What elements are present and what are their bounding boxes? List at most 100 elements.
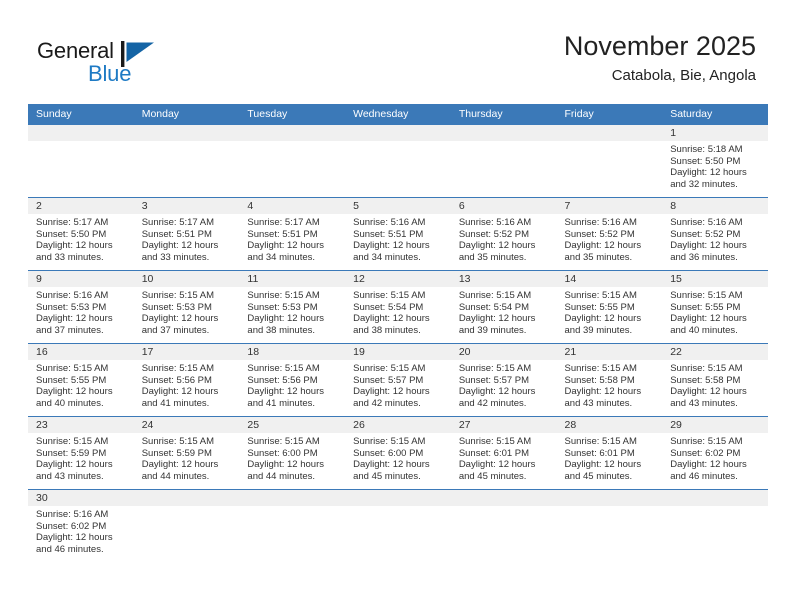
- day-number: 4: [239, 198, 346, 214]
- calendar-day-cell[interactable]: 17 Sunrise: 5:15 AM Sunset: 5:56 PM Dayligh…: [133, 344, 240, 416]
- brand-logo[interactable]: General Blue: [37, 38, 237, 94]
- sunrise-text: Sunrise: 5:17 AM: [36, 217, 109, 228]
- calendar-day-cell[interactable]: 7 Sunrise: 5:16 AM Sunset: 5:52 PM Daylight…: [556, 198, 663, 270]
- calendar-week-cells: 1 Sunrise: 5:18 AM Sunset: 5:50 PM Daylight…: [28, 125, 768, 197]
- sunrise-text: Sunrise: 5:15 AM: [247, 436, 320, 447]
- day-number: 25: [239, 417, 346, 433]
- calendar-day-cell[interactable]: 16 Sunrise: 5:15 AM Sunset: 5:55 PM Dayligh…: [28, 344, 134, 416]
- day-number: 1: [662, 125, 768, 141]
- sunset-text: Sunset: 5:57 PM: [458, 374, 530, 386]
- weekday-header-cell: Sunday: [36, 108, 72, 120]
- calendar-day-cell[interactable]: 20 Sunrise: 5:15 AM Sunset: 5:57 PM Dayligh…: [450, 344, 557, 416]
- daylight-text: Daylight: 12 hours and 45 minutes.: [564, 459, 642, 482]
- calendar-day-cell[interactable]: 13 Sunrise: 5:15 AM Sunset: 5:54 PM Dayligh…: [450, 271, 557, 343]
- day-number: 29: [662, 417, 768, 433]
- calendar-day-cell[interactable]: 23 Sunrise: 5:15 AM Sunset: 5:59 PM Dayligh…: [28, 417, 134, 489]
- calendar-day-cell[interactable]: 15 Sunrise: 5:15 AM Sunset: 5:55 PM Dayligh…: [662, 271, 768, 343]
- calendar-day-cell[interactable]: 19 Sunrise: 5:15 AM Sunset: 5:57 PM Dayligh…: [345, 344, 451, 416]
- calendar-day-cell[interactable]: 2 Sunrise: 5:17 AM Sunset: 5:50 PM Daylight…: [28, 198, 134, 270]
- day-details: Sunrise: 5:15 AM Sunset: 5:54 PM Daylight:…: [451, 287, 557, 336]
- calendar-day-cell[interactable]: 14 Sunrise: 5:15 AM Sunset: 5:55 PM Dayligh…: [556, 271, 663, 343]
- sunrise-text: Sunrise: 5:16 AM: [36, 509, 109, 520]
- daylight-text: Daylight: 12 hours and 45 minutes.: [353, 459, 430, 482]
- sunrise-text: Sunrise: 5:15 AM: [564, 436, 637, 447]
- day-number: 23: [28, 417, 134, 433]
- calendar-day-cell[interactable]: 12 Sunrise: 5:15 AM Sunset: 5:54 PM Dayligh…: [345, 271, 451, 343]
- sunrise-text: Sunrise: 5:15 AM: [458, 290, 532, 301]
- day-details: Sunrise: 5:15 AM Sunset: 6:00 PM Daylight:…: [239, 433, 345, 482]
- day-details: Sunrise: 5:17 AM Sunset: 5:51 PM Daylight:…: [134, 214, 240, 263]
- day-number: [450, 490, 557, 506]
- calendar-day-cell[interactable]: 6 Sunrise: 5:16 AM Sunset: 5:52 PM Daylight…: [450, 198, 557, 270]
- day-number: 22: [662, 344, 768, 360]
- sunrise-text: Sunrise: 5:15 AM: [141, 436, 215, 447]
- day-details: [239, 141, 345, 144]
- sunrise-text: Sunrise: 5:17 AM: [141, 217, 215, 228]
- calendar-day-cell[interactable]: 21 Sunrise: 5:15 AM Sunset: 5:58 PM Dayligh…: [556, 344, 663, 416]
- calendar-day-cell[interactable]: 29 Sunrise: 5:15 AM Sunset: 6:02 PM Dayligh…: [662, 417, 768, 489]
- calendar-weeks: 1 Sunrise: 5:18 AM Sunset: 5:50 PM Daylight…: [28, 125, 768, 562]
- day-number: [28, 125, 134, 141]
- day-number: [345, 125, 451, 141]
- day-details: [239, 506, 345, 509]
- daylight-text: Daylight: 12 hours and 45 minutes.: [458, 459, 536, 482]
- day-number: [239, 125, 346, 141]
- sunset-text: Sunset: 5:57 PM: [353, 374, 424, 386]
- calendar-day-cell[interactable]: 24 Sunrise: 5:15 AM Sunset: 5:59 PM Dayligh…: [133, 417, 240, 489]
- day-details: [28, 141, 134, 144]
- sunrise-text: Sunrise: 5:15 AM: [353, 363, 426, 374]
- calendar-day-cell[interactable]: 10 Sunrise: 5:15 AM Sunset: 5:53 PM Dayligh…: [133, 271, 240, 343]
- sunrise-text: Sunrise: 5:15 AM: [564, 363, 637, 374]
- sunset-text: Sunset: 5:58 PM: [670, 374, 741, 386]
- sunrise-text: Sunrise: 5:15 AM: [670, 363, 743, 374]
- day-number: 21: [556, 344, 663, 360]
- calendar-day-cell[interactable]: 26 Sunrise: 5:15 AM Sunset: 6:00 PM Dayligh…: [345, 417, 451, 489]
- calendar-day-cell[interactable]: 18 Sunrise: 5:15 AM Sunset: 5:56 PM Dayligh…: [239, 344, 346, 416]
- day-details: [134, 141, 240, 144]
- day-number: 7: [556, 198, 663, 214]
- calendar-day-cell[interactable]: 5 Sunrise: 5:16 AM Sunset: 5:51 PM Daylight…: [345, 198, 451, 270]
- sunset-text: Sunset: 5:59 PM: [141, 447, 212, 459]
- calendar-day-cell[interactable]: 25 Sunrise: 5:15 AM Sunset: 6:00 PM Dayligh…: [239, 417, 346, 489]
- day-details: [345, 506, 451, 509]
- day-number: [133, 490, 240, 506]
- daylight-text: Daylight: 12 hours and 33 minutes.: [141, 240, 219, 263]
- sunset-text: Sunset: 5:55 PM: [564, 301, 635, 313]
- calendar-day-cell-empty: [556, 125, 663, 197]
- day-number: 30: [28, 490, 134, 506]
- calendar-day-cell[interactable]: 28 Sunrise: 5:15 AM Sunset: 6:01 PM Dayligh…: [556, 417, 663, 489]
- calendar-day-cell[interactable]: 27 Sunrise: 5:15 AM Sunset: 6:01 PM Dayligh…: [450, 417, 557, 489]
- sunrise-text: Sunrise: 5:15 AM: [141, 363, 215, 374]
- day-details: Sunrise: 5:15 AM Sunset: 5:55 PM Daylight:…: [662, 287, 768, 336]
- calendar-day-cell[interactable]: 4 Sunrise: 5:17 AM Sunset: 5:51 PM Daylight…: [239, 198, 346, 270]
- calendar-day-cell[interactable]: 3 Sunrise: 5:17 AM Sunset: 5:51 PM Daylight…: [133, 198, 240, 270]
- day-details: [451, 141, 557, 144]
- daylight-text: Daylight: 12 hours and 35 minutes.: [564, 240, 642, 263]
- calendar-day-cell[interactable]: 30 Sunrise: 5:16 AM Sunset: 6:02 PM Dayligh…: [28, 490, 134, 562]
- calendar-day-cell[interactable]: 9 Sunrise: 5:16 AM Sunset: 5:53 PM Daylight…: [28, 271, 134, 343]
- daylight-text: Daylight: 12 hours and 42 minutes.: [353, 386, 430, 409]
- page-subtitle: Catabola, Bie, Angola: [611, 67, 756, 84]
- calendar-day-cell[interactable]: 11 Sunrise: 5:15 AM Sunset: 5:53 PM Dayligh…: [239, 271, 346, 343]
- day-details: Sunrise: 5:15 AM Sunset: 6:01 PM Daylight:…: [451, 433, 557, 482]
- day-number: [556, 490, 663, 506]
- day-details: Sunrise: 5:15 AM Sunset: 5:58 PM Daylight:…: [557, 360, 663, 409]
- day-number: 10: [133, 271, 240, 287]
- day-number: [345, 490, 451, 506]
- day-number: 2: [28, 198, 134, 214]
- day-number: 17: [133, 344, 240, 360]
- sunrise-text: Sunrise: 5:15 AM: [247, 363, 320, 374]
- day-number: 12: [345, 271, 451, 287]
- day-number: 19: [345, 344, 451, 360]
- sunset-text: Sunset: 6:01 PM: [564, 447, 635, 459]
- calendar-day-cell[interactable]: 1 Sunrise: 5:18 AM Sunset: 5:50 PM Daylight…: [662, 125, 768, 197]
- day-details: Sunrise: 5:15 AM Sunset: 5:57 PM Daylight:…: [451, 360, 557, 409]
- calendar-day-cell[interactable]: 8 Sunrise: 5:16 AM Sunset: 5:52 PM Daylight…: [662, 198, 768, 270]
- daylight-text: Daylight: 12 hours and 41 minutes.: [247, 386, 324, 409]
- sunrise-text: Sunrise: 5:15 AM: [353, 436, 426, 447]
- day-details: Sunrise: 5:15 AM Sunset: 6:00 PM Daylight:…: [345, 433, 451, 482]
- sunrise-text: Sunrise: 5:16 AM: [458, 217, 532, 228]
- calendar-day-cell[interactable]: 22 Sunrise: 5:15 AM Sunset: 5:58 PM Dayligh…: [662, 344, 768, 416]
- sunrise-text: Sunrise: 5:15 AM: [36, 436, 109, 447]
- sunset-text: Sunset: 5:53 PM: [141, 301, 212, 313]
